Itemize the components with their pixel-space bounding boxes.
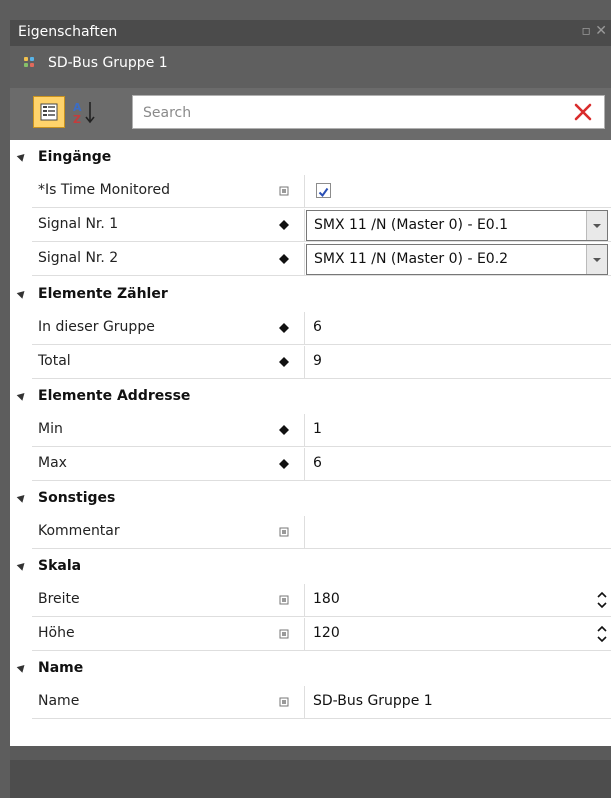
property-label: Max [38, 455, 67, 471]
spinner-updown-icon[interactable] [597, 624, 607, 644]
local-value-icon [279, 697, 289, 707]
search-input[interactable] [141, 102, 545, 124]
property-label: Name [38, 693, 80, 709]
category-label: Sonstiges [38, 490, 116, 506]
property-label: Signal Nr. 2 [38, 250, 119, 266]
dropdown-value: SMX 11 /N (Master 0) - E0.2 [314, 251, 509, 267]
properties-toolbar: A Z [10, 88, 611, 140]
property-row-total: Total 9 [10, 346, 611, 380]
chevron-down-icon[interactable] [586, 211, 607, 240]
close-icon[interactable]: ✕ [595, 23, 607, 39]
property-row-max: Max 6 [10, 448, 611, 482]
category-label: Name [38, 660, 84, 676]
property-row-signal-1: Signal Nr. 1 SMX 11 /N (Master 0) - E0.1 [10, 209, 611, 243]
signal-1-dropdown[interactable]: SMX 11 /N (Master 0) - E0.1 [306, 210, 608, 241]
collapse-triangle-icon[interactable] [16, 662, 28, 673]
property-value: SD-Bus Gruppe 1 [313, 693, 433, 709]
property-label: In dieser Gruppe [38, 319, 155, 335]
property-label: *Is Time Monitored [38, 182, 170, 198]
local-value-icon [279, 186, 289, 196]
property-row-kommentar: Kommentar [10, 516, 611, 550]
property-label: Total [38, 353, 71, 369]
panel-titlebar: Eigenschaften ▫ ✕ [10, 20, 611, 46]
property-row-breite: Breite 180 [10, 584, 611, 618]
window-buttons: ▫ ✕ [581, 23, 607, 39]
property-value: 6 [313, 455, 322, 471]
panel-title: Eigenschaften [18, 24, 118, 40]
category-elemente-addresse[interactable]: Elemente Addresse [10, 381, 611, 415]
category-eingaenge[interactable]: Eingänge [10, 142, 611, 176]
property-label: Min [38, 421, 63, 437]
property-row-name: Name SD-Bus Gruppe 1 [10, 686, 611, 720]
collapse-triangle-icon[interactable] [16, 492, 28, 503]
property-value: 9 [313, 353, 322, 369]
property-label: Signal Nr. 1 [38, 216, 119, 232]
selected-object-bar: SD-Bus Gruppe 1 [10, 46, 611, 88]
property-value: 120 [313, 625, 340, 641]
category-elemente-zaehler[interactable]: Elemente Zähler [10, 279, 611, 313]
category-sonstiges[interactable]: Sonstiges [10, 483, 611, 517]
collapse-triangle-icon[interactable] [16, 390, 28, 401]
property-value: 180 [313, 591, 340, 607]
svg-text:Z: Z [73, 113, 81, 126]
chevron-down-icon[interactable] [586, 245, 607, 274]
local-value-icon [279, 527, 289, 537]
maximize-icon[interactable]: ▫ [581, 23, 591, 39]
local-value-icon [279, 595, 289, 605]
selected-object-name: SD-Bus Gruppe 1 [48, 55, 168, 71]
category-skala[interactable]: Skala [10, 551, 611, 585]
categorized-view-button[interactable] [33, 96, 65, 128]
categorized-view-icon [40, 103, 58, 121]
category-label: Elemente Addresse [38, 388, 191, 404]
binding-diamond-icon [279, 459, 289, 469]
local-value-icon [279, 629, 289, 639]
property-row-min: Min 1 [10, 414, 611, 448]
binding-diamond-icon [279, 220, 289, 230]
property-label: Höhe [38, 625, 75, 641]
spinner-updown-icon[interactable] [597, 590, 607, 610]
sort-az-icon: A Z [73, 101, 95, 126]
search-box [132, 95, 605, 129]
property-grid: Eingänge *Is Time Monitored Signal Nr. 1… [10, 140, 611, 746]
property-row-in-dieser-gruppe: In dieser Gruppe 6 [10, 312, 611, 346]
property-row-hoehe: Höhe 120 [10, 618, 611, 652]
signal-2-dropdown[interactable]: SMX 11 /N (Master 0) - E0.2 [306, 244, 608, 275]
alphabetical-sort-button[interactable]: A Z [70, 96, 102, 128]
category-label: Skala [38, 558, 82, 574]
category-label: Elemente Zähler [38, 286, 168, 302]
property-label: Kommentar [38, 523, 120, 539]
dropdown-value: SMX 11 /N (Master 0) - E0.1 [314, 217, 509, 233]
group-dots-icon [24, 57, 36, 69]
category-name[interactable]: Name [10, 653, 611, 687]
binding-diamond-icon [279, 323, 289, 333]
category-label: Eingänge [38, 149, 112, 165]
checkmark-icon [318, 187, 329, 198]
property-value: 1 [313, 421, 322, 437]
property-row-signal-2: Signal Nr. 2 SMX 11 /N (Master 0) - E0.2 [10, 243, 611, 277]
collapse-triangle-icon[interactable] [16, 151, 28, 162]
binding-diamond-icon [279, 425, 289, 435]
clear-search-icon[interactable] [572, 101, 594, 123]
binding-diamond-icon [279, 357, 289, 367]
property-value: 6 [313, 319, 322, 335]
binding-diamond-icon [279, 254, 289, 264]
collapse-triangle-icon[interactable] [16, 560, 28, 571]
property-label: Breite [38, 591, 80, 607]
property-row-is-time-monitored: *Is Time Monitored [10, 175, 611, 209]
panel-splitter[interactable] [10, 746, 611, 760]
collapse-triangle-icon[interactable] [16, 288, 28, 299]
is-time-monitored-checkbox[interactable] [316, 183, 331, 198]
